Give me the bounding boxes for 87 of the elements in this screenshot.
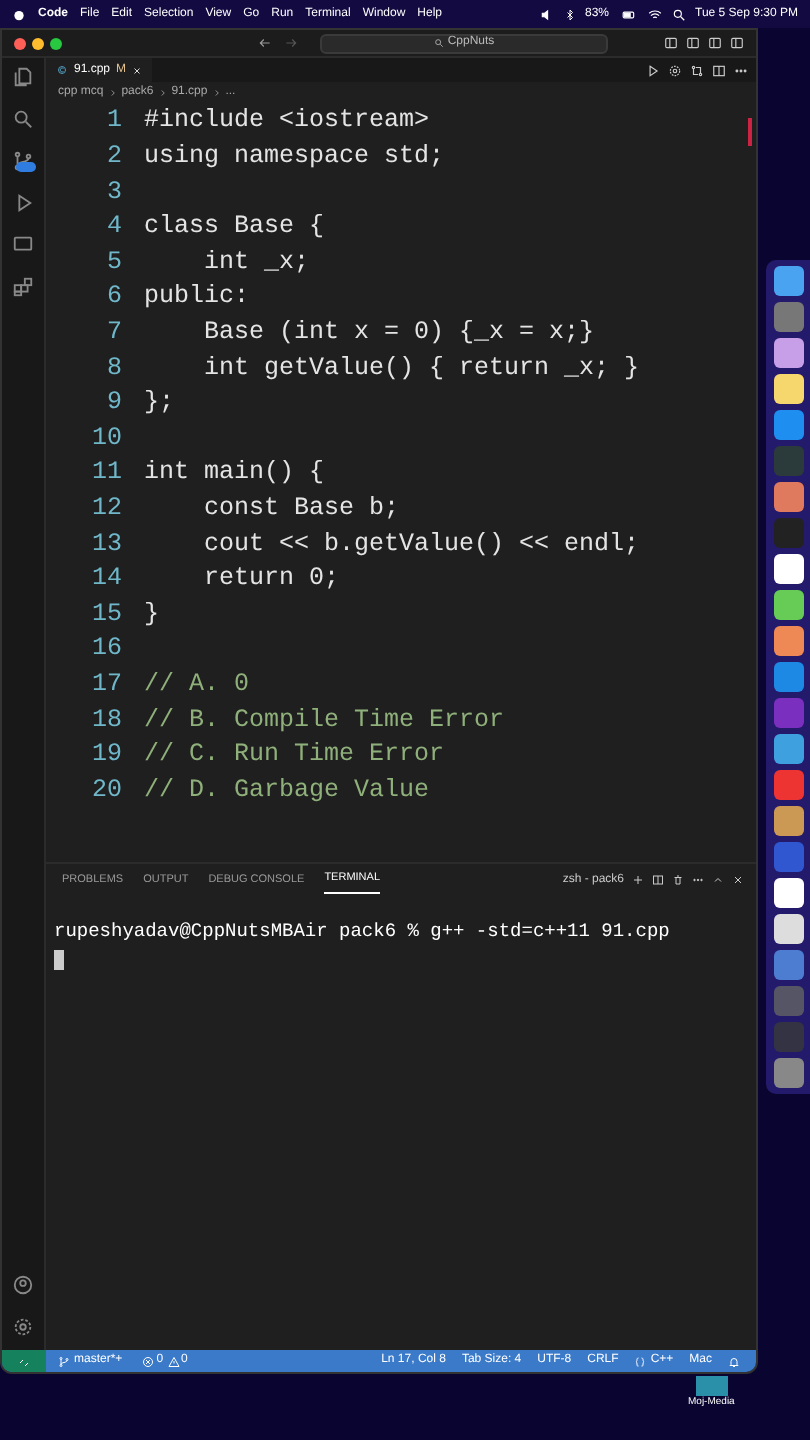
cpp-file-icon: [56, 64, 68, 76]
warning-icon: [167, 1355, 180, 1367]
line-number: 4: [104, 210, 122, 245]
run-debug-icon[interactable]: [12, 192, 34, 214]
split-terminal-icon[interactable]: [652, 874, 664, 886]
app-icon[interactable]: [773, 878, 803, 908]
close-icon[interactable]: [732, 874, 744, 886]
terminal-cursor: [54, 950, 64, 971]
folder-icon[interactable]: [695, 1376, 728, 1396]
notifications-icon[interactable]: [728, 1355, 740, 1367]
line-number: 1: [104, 104, 122, 139]
search-icon: [671, 7, 686, 21]
wifi-icon: [647, 7, 662, 21]
app-icon[interactable]: [773, 554, 803, 584]
compare-icon[interactable]: [690, 63, 704, 77]
line-number: 8: [104, 351, 122, 386]
back-arrow-icon[interactable]: [258, 36, 272, 50]
code-text: return 0;: [202, 562, 340, 597]
line-number: 18: [89, 703, 122, 738]
chevron-up-icon[interactable]: [712, 874, 724, 886]
app-icon[interactable]: [773, 338, 803, 368]
layout-icon[interactable]: [686, 36, 700, 50]
branch-icon: [58, 1355, 70, 1367]
bluetooth-icon: [563, 7, 575, 21]
chevron-icon: [107, 87, 118, 97]
chevron-icon: [157, 87, 168, 97]
volume-icon: [539, 7, 553, 21]
code-text: // A. 0: [144, 667, 250, 702]
remote-explorer-icon[interactable]: [12, 234, 34, 256]
line-number: 7: [104, 315, 122, 350]
chevron-icon: [211, 87, 222, 97]
code-text: class Base {: [144, 210, 325, 245]
line-number: 19: [89, 738, 122, 773]
code-text: const Base b;: [202, 491, 400, 526]
code-text: public:: [144, 280, 250, 315]
line-number: 15: [89, 597, 122, 632]
line-number: 6: [104, 280, 122, 315]
line-number: 9: [104, 386, 122, 421]
account-icon[interactable]: [12, 1274, 34, 1296]
braces-icon: [634, 1355, 647, 1367]
split-editor-icon[interactable]: [712, 63, 726, 77]
code-text: };: [144, 386, 175, 421]
run-icon[interactable]: [646, 63, 660, 77]
code-text: cout << b.getValue() << endl;: [202, 527, 640, 562]
settings-icon[interactable]: [12, 1316, 34, 1338]
code-text: int main() {: [144, 456, 325, 491]
notification-badge: [16, 162, 36, 172]
search-icon[interactable]: [12, 108, 34, 130]
code-text: // D. Garbage Value: [144, 773, 430, 808]
line-number: 3: [104, 175, 122, 210]
scrollbar-marker: [748, 118, 752, 146]
more-icon[interactable]: [692, 874, 704, 886]
code-text: // C. Run Time Error: [144, 738, 445, 773]
layout-icon[interactable]: [664, 36, 678, 50]
app-icon[interactable]: [773, 374, 803, 404]
app-icon[interactable]: [773, 626, 803, 656]
app-icon[interactable]: [773, 914, 803, 944]
code-text: int getValue() { return _x; }: [202, 351, 640, 386]
line-number: 17: [89, 667, 122, 702]
add-terminal-icon[interactable]: [632, 874, 644, 886]
code-text: using namespace std;: [144, 140, 445, 175]
extensions-icon[interactable]: [12, 276, 34, 298]
error-icon: [142, 1355, 155, 1367]
code-text: #include <iostream>: [144, 104, 430, 139]
app-icon[interactable]: [773, 590, 803, 620]
code-text: }: [144, 597, 160, 632]
line-number: 11: [89, 456, 122, 491]
line-number: 5: [104, 245, 122, 280]
battery-icon: [619, 7, 638, 21]
code-text: Base (int x = 0) {_x = x;}: [202, 315, 595, 350]
line-number: 10: [89, 421, 122, 456]
line-number: 20: [89, 773, 122, 808]
line-number: 16: [89, 632, 122, 667]
code-text: // B. Compile Time Error: [144, 703, 505, 738]
trash-icon[interactable]: [672, 874, 684, 886]
line-number: 2: [104, 140, 122, 175]
code-text: int _x;: [202, 245, 310, 280]
app-icon[interactable]: [773, 806, 803, 836]
settings-icon[interactable]: [668, 63, 682, 77]
line-number: 13: [89, 527, 122, 562]
files-icon[interactable]: [12, 66, 34, 88]
layout-icon[interactable]: [730, 36, 744, 50]
line-number: 12: [89, 491, 122, 526]
layout-icon[interactable]: [708, 36, 722, 50]
terminal-line: rupeshyadav@CppNutsMBAir pack6 % g++ -std=c++11 91.cpp: [54, 918, 672, 946]
search-icon: [433, 38, 444, 48]
line-number: 14: [89, 562, 122, 597]
